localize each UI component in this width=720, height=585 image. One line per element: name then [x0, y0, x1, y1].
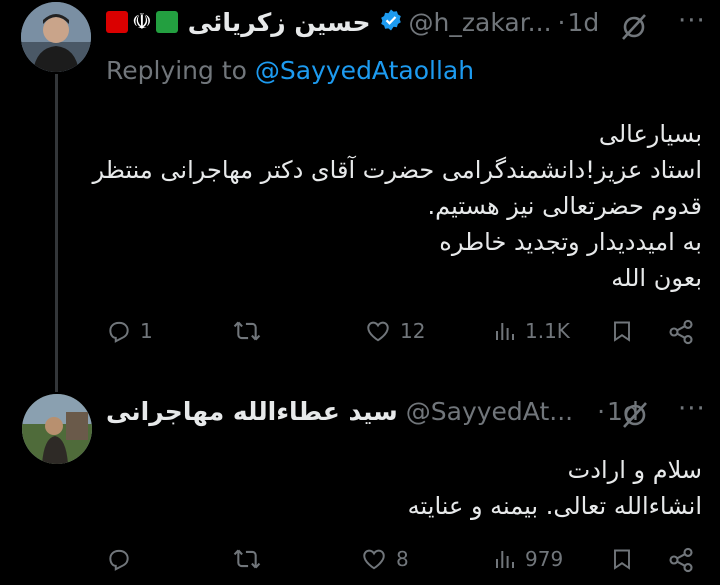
like-count: 12	[400, 319, 426, 343]
more-options-button[interactable]: ···	[678, 6, 706, 36]
reply-button[interactable]	[106, 546, 140, 572]
replying-to-link[interactable]: @SayyedAtaollah	[255, 56, 474, 85]
handle[interactable]: @h_zakar...	[409, 8, 552, 37]
verified-badge-icon	[379, 8, 403, 36]
like-count: 8	[396, 547, 409, 571]
grok-icon[interactable]	[619, 12, 649, 46]
separator-dot: ·	[557, 7, 566, 37]
views-icon	[496, 551, 514, 568]
flag-red-icon	[106, 11, 128, 33]
thread-line	[55, 74, 58, 392]
replying-to: Replying to @SayyedAtaollah	[106, 56, 474, 85]
reply-count: 1	[140, 319, 153, 343]
views-count: 1.1K	[525, 319, 570, 343]
tweet-text: سلام و ارادت انشاءالله تعالی. بیمنه و عن…	[102, 452, 702, 524]
tweet-1[interactable]: ☫ حسین زکریائی @h_zakar... · 1d ··· Repl…	[0, 0, 720, 392]
reply-button[interactable]: 1	[106, 318, 153, 344]
share-button[interactable]	[667, 318, 695, 346]
reply-icon	[109, 549, 129, 571]
like-button[interactable]: 12	[364, 318, 425, 344]
repost-icon	[233, 321, 261, 341]
share-button[interactable]	[667, 546, 695, 574]
heart-icon	[363, 549, 385, 570]
separator-dot: ·	[597, 396, 606, 426]
tweet-text-line: قدوم حضرتعالی نیز هستیم.	[427, 192, 703, 220]
share-icon	[669, 547, 693, 573]
bookmark-icon	[614, 549, 630, 570]
heart-icon	[367, 321, 389, 342]
action-bar: 1 12 1.1K	[106, 318, 700, 348]
views-icon	[496, 323, 514, 340]
handle[interactable]: @SayyedAt...	[406, 397, 573, 426]
flag-green-icon	[155, 11, 178, 33]
grok-icon[interactable]	[620, 400, 650, 434]
share-icon	[669, 319, 693, 345]
avatar[interactable]	[21, 2, 91, 72]
repost-button[interactable]	[232, 546, 270, 572]
action-bar: 8 979	[106, 546, 700, 576]
more-options-button[interactable]: ···	[678, 394, 706, 424]
views-count: 979	[525, 547, 564, 571]
tweet-text-line: بسیارعالی	[598, 120, 702, 148]
replying-prefix: Replying to	[106, 56, 247, 85]
repost-icon	[233, 549, 261, 569]
tweet-header: سید عطاءالله مهاجرانی @SayyedAt... · 1d	[106, 391, 639, 431]
views-button[interactable]: 979	[493, 546, 563, 572]
tweet-text-line: سلام و ارادت	[567, 456, 702, 484]
flag-emblem-icon: ☫	[132, 9, 152, 35]
tweet-header: ☫ حسین زکریائی @h_zakar... · 1d	[106, 2, 599, 42]
timestamp[interactable]: 1d	[567, 8, 599, 37]
tweet-text-line: بعون الله	[611, 264, 702, 292]
tweet-text-line: به امیددیدار وتجدید خاطره	[439, 228, 702, 256]
like-button[interactable]: 8	[360, 546, 409, 572]
tweet-text-line: استاد عزیز!دانشمندگرامی حضرت آقای دکتر م…	[92, 156, 702, 184]
avatar[interactable]	[22, 394, 92, 464]
reply-icon	[109, 321, 129, 343]
tweet-text-line: انشاءالله تعالی. بیمنه و عنایته	[407, 492, 702, 520]
repost-button[interactable]	[232, 318, 270, 344]
tweet-text: بسیارعالی استاد عزیز!دانشمندگرامی حضرت آ…	[92, 116, 703, 296]
display-name[interactable]: سید عطاءالله مهاجرانی	[106, 397, 398, 426]
bookmark-button[interactable]	[610, 318, 634, 344]
bookmark-icon	[614, 321, 630, 342]
bookmark-button[interactable]	[610, 546, 634, 572]
display-name[interactable]: حسین زکریائی	[188, 8, 371, 37]
views-button[interactable]: 1.1K	[493, 318, 570, 344]
